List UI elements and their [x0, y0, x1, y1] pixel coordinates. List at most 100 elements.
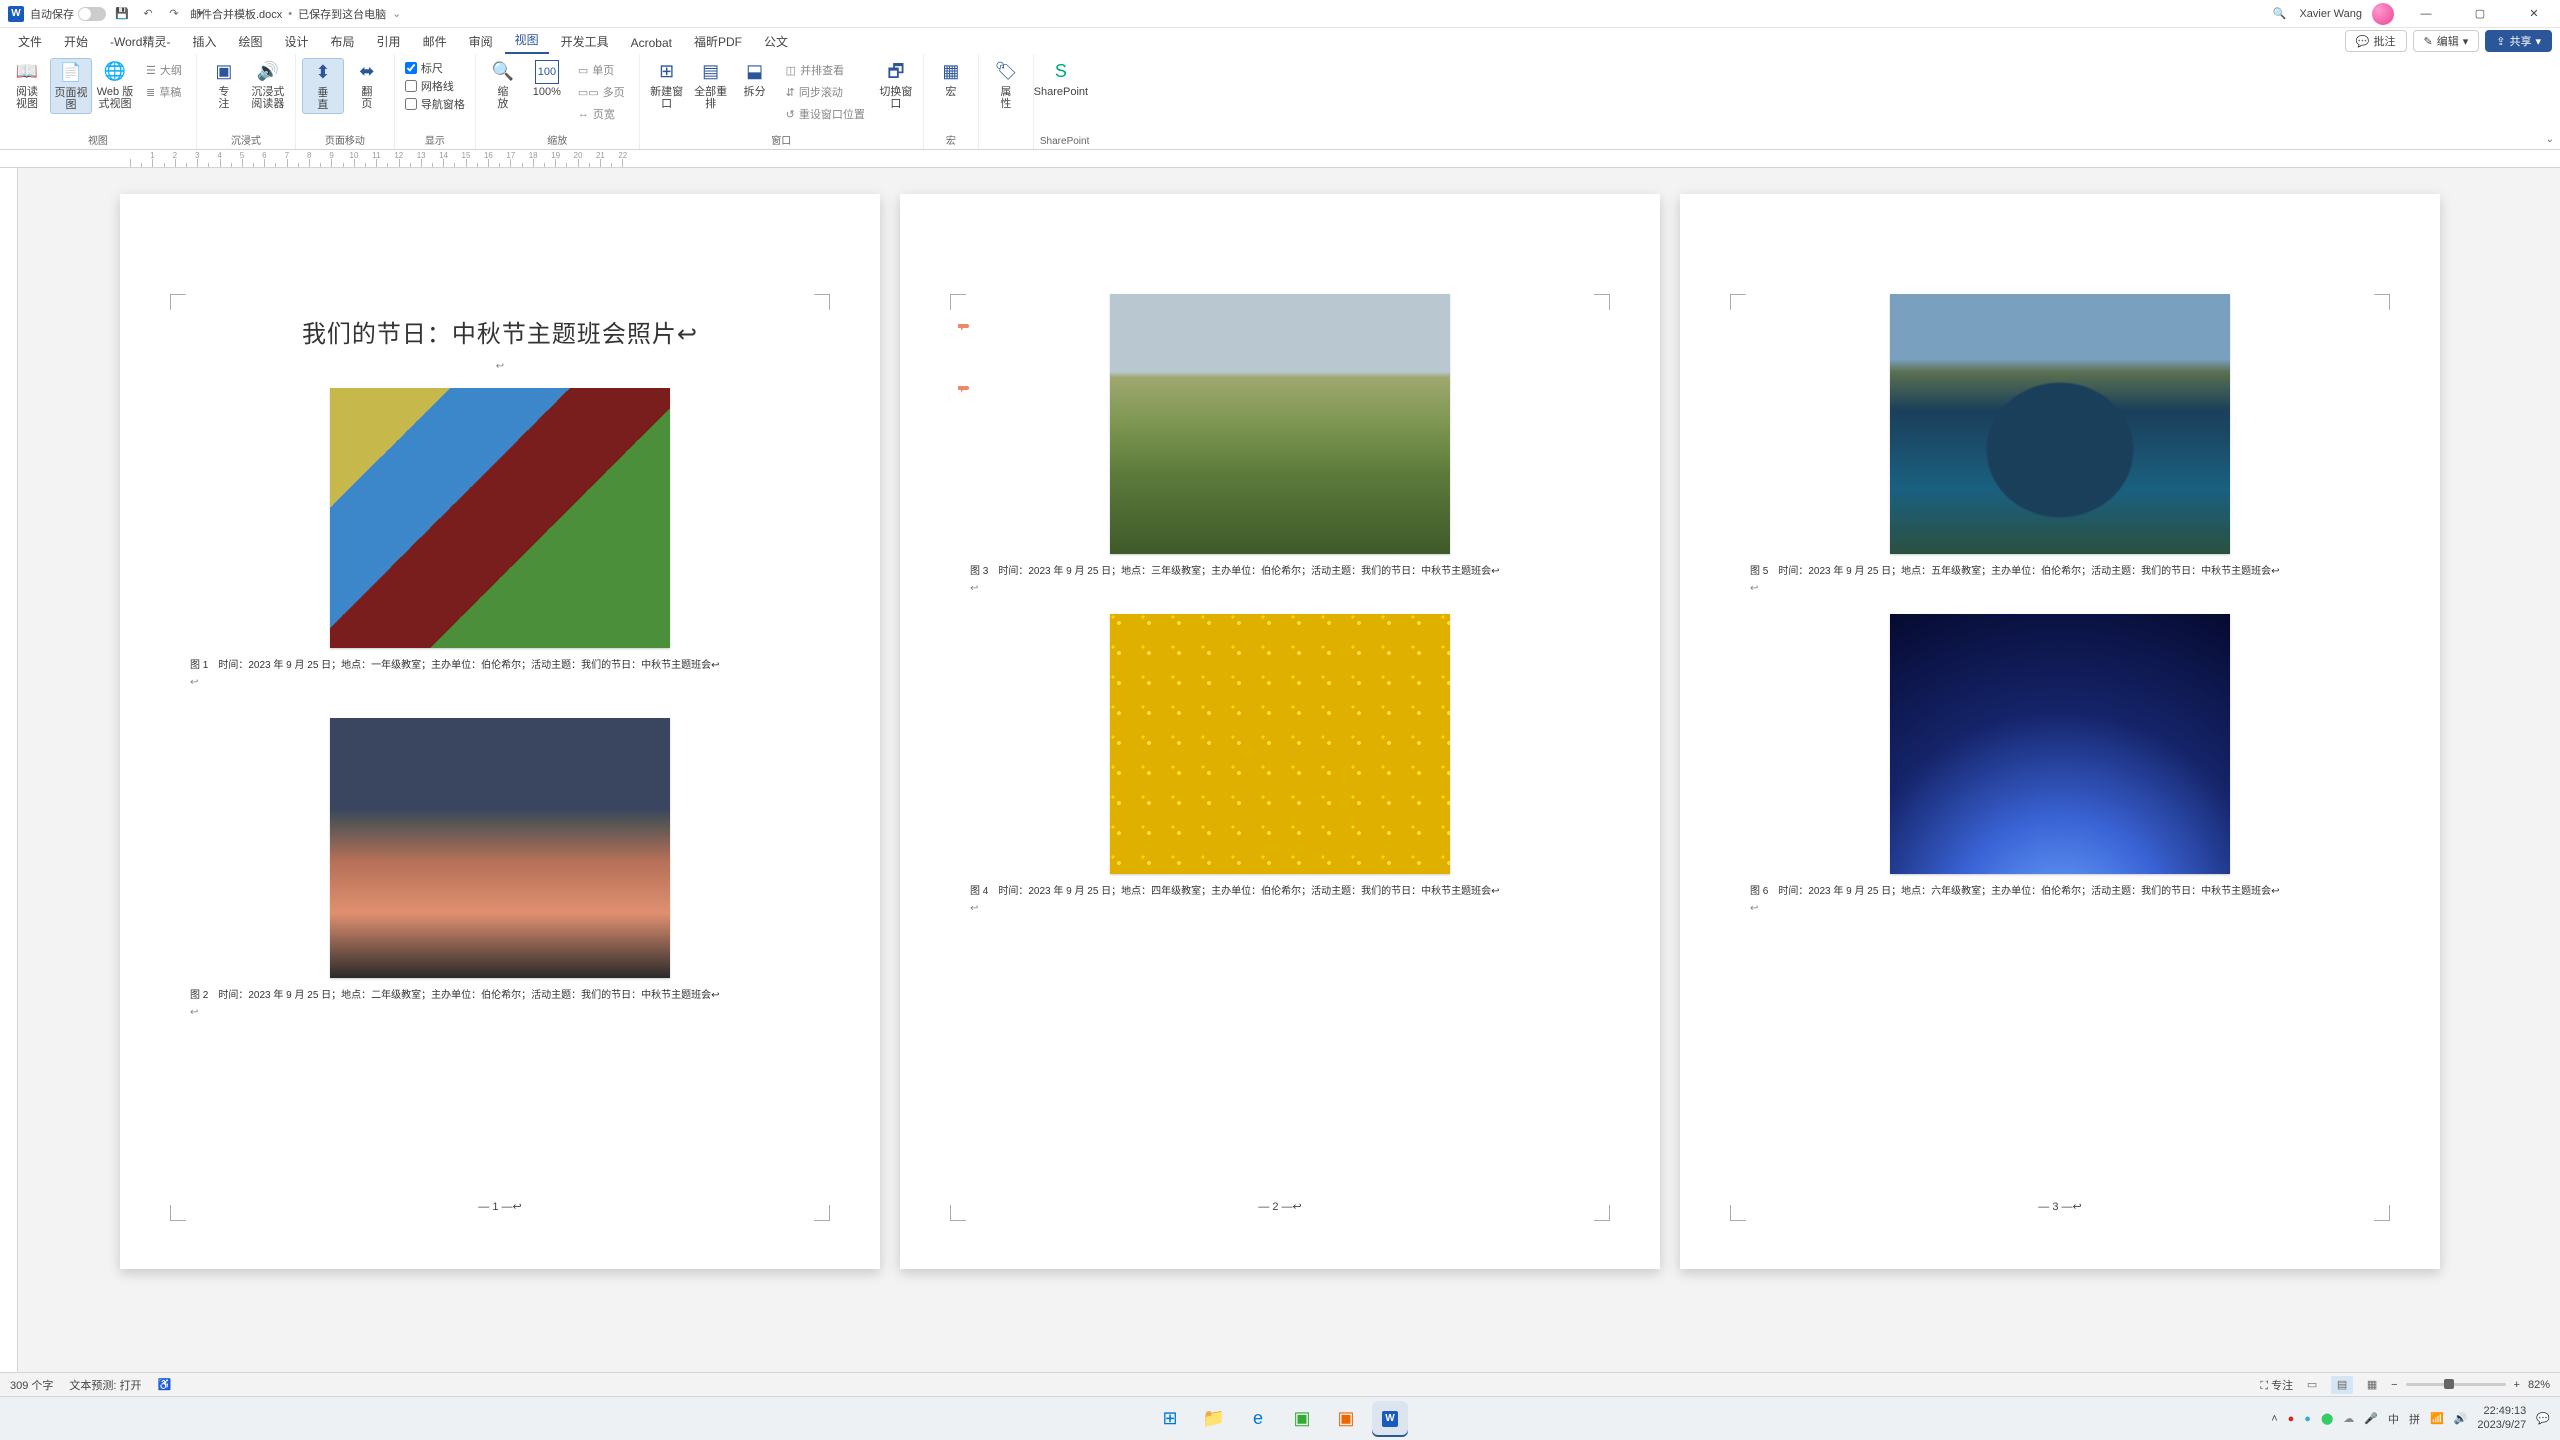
tab-设计[interactable]: 设计: [275, 29, 319, 54]
tab-开发工具[interactable]: 开发工具: [551, 29, 619, 54]
close-button[interactable]: ✕: [2512, 0, 2556, 28]
checkbox-icon[interactable]: [405, 62, 417, 74]
tab-视图[interactable]: 视图: [505, 27, 549, 54]
comment-indicator-icon[interactable]: [958, 322, 970, 332]
search-button[interactable]: 🔍: [2269, 4, 2289, 24]
maximize-button[interactable]: ▢: [2458, 0, 2502, 28]
user-name[interactable]: Xavier Wang: [2299, 8, 2362, 20]
start-button[interactable]: ⊞: [1152, 1401, 1188, 1437]
app-orange[interactable]: ▣: [1328, 1401, 1364, 1437]
save-button[interactable]: 💾: [112, 4, 132, 24]
web-layout-view[interactable]: ▦: [2361, 1376, 2383, 1394]
zoom-100-button[interactable]: 100100%: [526, 58, 568, 100]
vertical-button[interactable]: ⬍垂直: [302, 58, 344, 114]
tab-引用[interactable]: 引用: [367, 29, 411, 54]
horizontal-ruler[interactable]: 12345678910111213141516171819202122: [0, 150, 2560, 168]
split-button[interactable]: ⬓拆分: [734, 58, 776, 100]
tab-插入[interactable]: 插入: [182, 29, 226, 54]
properties-button[interactable]: 🏷属性: [985, 58, 1027, 112]
ime-mode[interactable]: 拼: [2409, 1411, 2420, 1427]
autosave-toggle[interactable]: 自动保存: [30, 6, 106, 22]
tab-布局[interactable]: 布局: [321, 29, 365, 54]
document-title[interactable]: 邮件合并模板.docx • 已保存到这台电脑 ⌄: [190, 6, 401, 22]
print-layout-view[interactable]: ▤: [2331, 1376, 2353, 1394]
tab-福昕PDF[interactable]: 福昕PDF: [684, 29, 752, 54]
checkbox-icon[interactable]: [405, 80, 417, 92]
tray-app-icon[interactable]: ⬤: [2321, 1412, 2333, 1425]
undo-button[interactable]: ↶: [138, 4, 158, 24]
tray-app-icon[interactable]: ●: [2304, 1413, 2311, 1425]
tray-chevron[interactable]: ˄: [2271, 1413, 2277, 1425]
vertical-ruler[interactable]: [0, 168, 18, 1372]
tab-Acrobat[interactable]: Acrobat: [621, 32, 682, 54]
sharepoint-button[interactable]: SSharePoint: [1040, 58, 1082, 100]
comment-indicator-icon[interactable]: [958, 384, 970, 394]
zoom-slider[interactable]: [2406, 1383, 2506, 1386]
zoom-out-button[interactable]: −: [2391, 1379, 2397, 1391]
web-layout-button[interactable]: 🌐Web 版式视图: [94, 58, 136, 112]
read-mode-view[interactable]: ▭: [2301, 1376, 2323, 1394]
text-prediction-status[interactable]: 文本预测: 打开: [69, 1377, 141, 1393]
image-fig3[interactable]: [1110, 294, 1450, 554]
outline-button[interactable]: ☰大纲: [142, 60, 186, 80]
file-explorer[interactable]: 📁: [1196, 1401, 1232, 1437]
image-fig4[interactable]: [1110, 614, 1450, 874]
clock[interactable]: 22:49:13 2023/9/27: [2477, 1405, 2526, 1431]
draft-button[interactable]: ≣草稿: [142, 82, 186, 102]
side-by-side-button[interactable]: ◫并排查看: [782, 60, 869, 80]
tab-绘图[interactable]: 绘图: [229, 29, 273, 54]
tab-公文[interactable]: 公文: [754, 29, 798, 54]
sync-scroll-button[interactable]: ⇵同步滚动: [782, 82, 869, 102]
redo-button[interactable]: ↷: [164, 4, 184, 24]
reset-window-button[interactable]: ↺重设窗口位置: [782, 104, 869, 124]
app-green[interactable]: ▣: [1284, 1401, 1320, 1437]
document-workspace[interactable]: 我们的节日：中秋节主题班会照片↩ ↩ 图 1 时间：2023 年 9 月 25 …: [0, 168, 2560, 1372]
tab-文件[interactable]: 文件: [8, 29, 52, 54]
zoom-level[interactable]: 82%: [2528, 1379, 2550, 1391]
wifi-icon[interactable]: 📶: [2430, 1412, 2444, 1425]
reading-view-button[interactable]: 📖阅读视图: [6, 58, 48, 112]
share-button[interactable]: ⇪共享▾: [2485, 30, 2552, 52]
checkbox-导航窗格[interactable]: 导航窗格: [405, 96, 465, 112]
comments-button[interactable]: 💬批注: [2345, 30, 2407, 52]
tab-邮件[interactable]: 邮件: [413, 29, 457, 54]
macros-button[interactable]: ▦宏: [930, 58, 972, 100]
image-fig5[interactable]: [1890, 294, 2230, 554]
focus-button[interactable]: ▣专注: [203, 58, 245, 112]
notifications-icon[interactable]: 💬: [2536, 1412, 2550, 1425]
onedrive-icon[interactable]: ☁: [2343, 1412, 2354, 1425]
ime-indicator[interactable]: 中: [2388, 1411, 2399, 1427]
accessibility-icon[interactable]: ♿: [158, 1378, 172, 1391]
print-layout-button[interactable]: 📄页面视图: [50, 58, 92, 114]
immersive-reader-button[interactable]: 🔊沉浸式阅读器: [247, 58, 289, 112]
checkbox-网格线[interactable]: 网格线: [405, 78, 465, 94]
multi-page-button[interactable]: ▭▭多页: [574, 82, 629, 102]
microphone-icon[interactable]: 🎤: [2364, 1412, 2378, 1425]
minimize-button[interactable]: —: [2404, 0, 2448, 28]
focus-mode[interactable]: ⛶ 专注: [2260, 1377, 2293, 1393]
avatar[interactable]: [2372, 3, 2394, 25]
editing-mode-button[interactable]: ✎编辑▾: [2413, 30, 2480, 52]
arrange-all-button[interactable]: ▤全部重排: [690, 58, 732, 112]
image-fig2[interactable]: [330, 718, 670, 978]
image-fig6[interactable]: [1890, 614, 2230, 874]
one-page-button[interactable]: ▭单页: [574, 60, 629, 80]
switch-windows-button[interactable]: 🗗切换窗口: [875, 58, 917, 112]
edge-browser[interactable]: e: [1240, 1401, 1276, 1437]
tray-app-icon[interactable]: ●: [2288, 1413, 2295, 1425]
tab-审阅[interactable]: 审阅: [459, 29, 503, 54]
word-count[interactable]: 309 个字: [10, 1377, 53, 1393]
word-app[interactable]: W: [1372, 1401, 1408, 1437]
side-to-side-button[interactable]: ⬌翻页: [346, 58, 388, 112]
collapse-ribbon[interactable]: ⌄: [2546, 134, 2554, 145]
zoom-button[interactable]: 🔍缩放: [482, 58, 524, 112]
tab-开始[interactable]: 开始: [54, 29, 98, 54]
image-fig1[interactable]: [330, 388, 670, 648]
toggle-off-icon[interactable]: [78, 7, 106, 21]
new-window-button[interactable]: ⊞新建窗口: [646, 58, 688, 112]
checkbox-icon[interactable]: [405, 98, 417, 110]
zoom-in-button[interactable]: +: [2514, 1379, 2520, 1391]
volume-icon[interactable]: 🔊: [2454, 1412, 2468, 1425]
checkbox-标尺[interactable]: 标尺: [405, 60, 465, 76]
page-width-button[interactable]: ↔页宽: [574, 104, 629, 124]
